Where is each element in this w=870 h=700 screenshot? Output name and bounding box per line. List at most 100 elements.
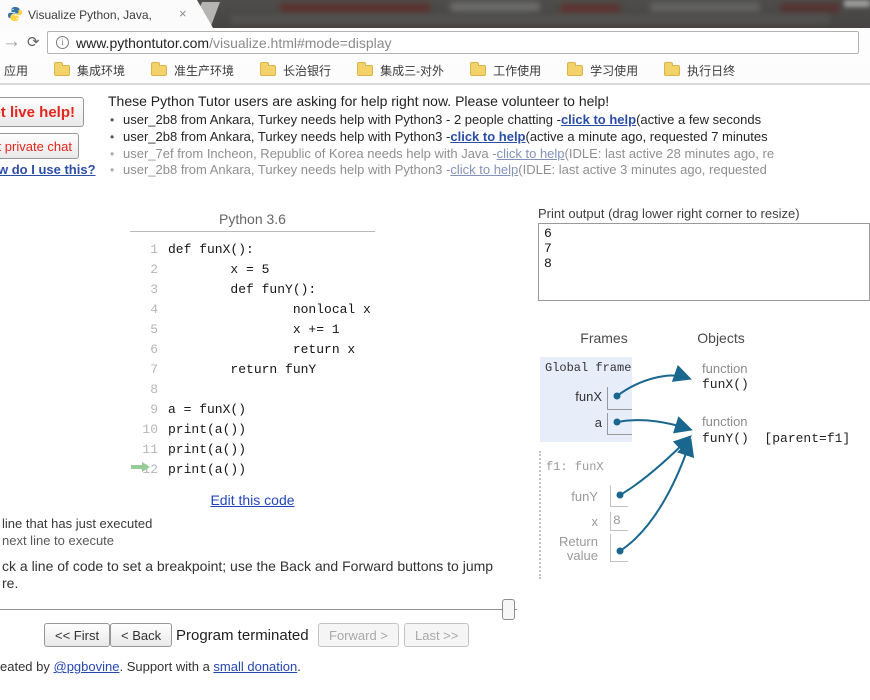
variable-cell [607,413,632,435]
how-do-i-use-this-link[interactable]: w do I use this? [0,162,96,177]
bullet-icon: • [110,113,115,127]
get-live-help-button[interactable]: et live help! [0,97,84,127]
bookmark-folder[interactable]: 执行日终 [664,61,735,79]
code-line[interactable]: 10 print(a()) [130,419,371,439]
variable-value: 8 [613,513,621,528]
blur-artifact [780,3,840,13]
address-bar[interactable]: i www.pythontutor.com /visualize.html#mo… [47,31,859,54]
author-link[interactable]: @pgbovine [54,659,120,674]
object-repr: funX() [702,377,749,392]
bookmark-apps[interactable]: 应用 [4,62,28,79]
variable-name: x [591,514,599,529]
code-divider [130,231,375,232]
folder-icon [567,61,584,76]
tab-title: Visualize Python, Java, [28,8,152,22]
execution-slider-handle[interactable] [502,599,515,620]
variable-cell [610,534,628,562]
help-banner-heading: These Python Tutor users are asking for … [108,93,610,109]
first-button[interactable]: << First [44,623,111,647]
click-to-help-link[interactable]: click to help [497,146,565,161]
variable-name: funY [571,489,598,504]
code-line[interactable]: 1 def funX(): [130,239,371,259]
code-line[interactable]: 8 [130,379,371,399]
folder-icon [470,61,487,76]
click-to-help-link[interactable]: click to help [450,129,525,144]
bullet-icon: • [110,163,115,177]
bookmark-folder[interactable]: 工作使用 [470,61,541,79]
folder-icon [664,61,681,76]
object-type-label: function [702,414,748,429]
print-output-textarea[interactable]: 6 7 8 [538,223,870,301]
help-request-item: • user_7ef from Incheon, Republic of Kor… [110,146,775,161]
bookmarks-bar: 应用 集成环境 准生产环境 长治银行 集成三-对外 工作使用 学习使用 执行日终 [0,57,870,85]
code-line[interactable]: 3 def funY(): [130,279,371,299]
donation-link[interactable]: small donation [213,659,297,674]
object-type-label: function [702,361,748,376]
code-line[interactable]: 2 x = 5 [130,259,371,279]
breakpoint-hint: ck a line of code to set a breakpoint; u… [2,558,494,574]
url-host: www.pythontutor.com [76,34,210,51]
global-frame-title: Global frame [545,361,632,375]
code-line[interactable]: 5 x += 1 [130,319,371,339]
execution-slider-track[interactable] [0,609,517,610]
folder-icon [357,61,374,76]
url-path: /visualize.html#mode=display [209,34,392,51]
help-request-item: • user_2b8 from Ankara, Turkey needs hel… [110,162,767,177]
bookmark-folder[interactable]: 集成三-对外 [357,61,444,79]
variable-cell [610,485,628,507]
variable-name: a [594,415,602,430]
language-label: Python 3.6 [219,211,286,227]
bookmark-folder[interactable]: 集成环境 [54,61,125,79]
variable-name: Return value [558,534,598,563]
bullet-icon: • [110,147,115,161]
legend-just-executed: line that has just executed [2,516,153,531]
print-output-label: Print output (drag lower right corner to… [538,206,800,221]
breakpoint-hint: re. [2,575,19,591]
blur-artifact [450,2,540,12]
blur-artifact [280,3,430,14]
code-line[interactable]: 9a = funX() [130,399,371,419]
last-button[interactable]: Last >> [404,623,470,647]
folder-icon [54,61,71,76]
code-line[interactable]: 6 return x [130,339,371,359]
click-to-help-link[interactable]: click to help [561,112,636,127]
code-line[interactable]: 4 nonlocal x [130,299,371,319]
object-repr: funY() [parent=f1] [702,431,851,446]
browser-window: Visualize Python, Java, × → ⟳ i www.pyth… [0,0,870,700]
legend-next-line: next line to execute [2,533,115,548]
code-line[interactable]: 11 print(a()) [130,439,371,459]
python-favicon [8,7,22,21]
blur-artifact [844,0,870,7]
edit-this-code-link[interactable]: Edit this code [130,492,375,508]
start-private-chat-button[interactable]: art private chat [0,133,79,159]
bookmark-folder[interactable]: 长治银行 [260,61,331,79]
bookmark-folder[interactable]: 学习使用 [567,61,638,79]
execution-status: Program terminated [176,627,309,644]
code-listing: 1 def funX(): 2 x = 5 3 def funY(): 4 non… [130,239,371,479]
objects-header: Objects [697,330,745,346]
blur-artifact [650,2,760,13]
f1-frame-title: f1: funX [546,460,604,474]
forward-nav-icon[interactable]: → [2,31,21,53]
bookmark-folder[interactable]: 准生产环境 [151,61,234,79]
code-line[interactable]: 7 return funY [130,359,371,379]
bullet-icon: • [110,130,115,144]
help-request-item: • user_2b8 from Ankara, Turkey needs hel… [110,112,762,127]
page-info-icon[interactable]: i [56,36,69,49]
click-to-help-link[interactable]: click to help [450,162,518,177]
folder-icon [260,61,277,76]
forward-button[interactable]: Forward > [318,623,399,647]
frames-header: Frames [580,330,628,346]
code-line[interactable]: 12 print(a()) [130,459,371,479]
blur-artifact [560,4,620,14]
folder-icon [151,61,168,76]
blur-artifact [230,14,830,24]
footer-credit: eated by @pgbovine. Support with a small… [0,659,301,674]
help-request-item: • user_2b8 from Ankara, Turkey needs hel… [110,129,768,144]
tab-close-icon[interactable]: × [179,6,187,21]
back-button[interactable]: < Back [110,623,173,647]
reload-icon[interactable]: ⟳ [27,33,40,51]
variable-cell [607,387,632,410]
variable-name: funX [575,389,602,404]
next-line-arrow-icon [131,462,150,472]
